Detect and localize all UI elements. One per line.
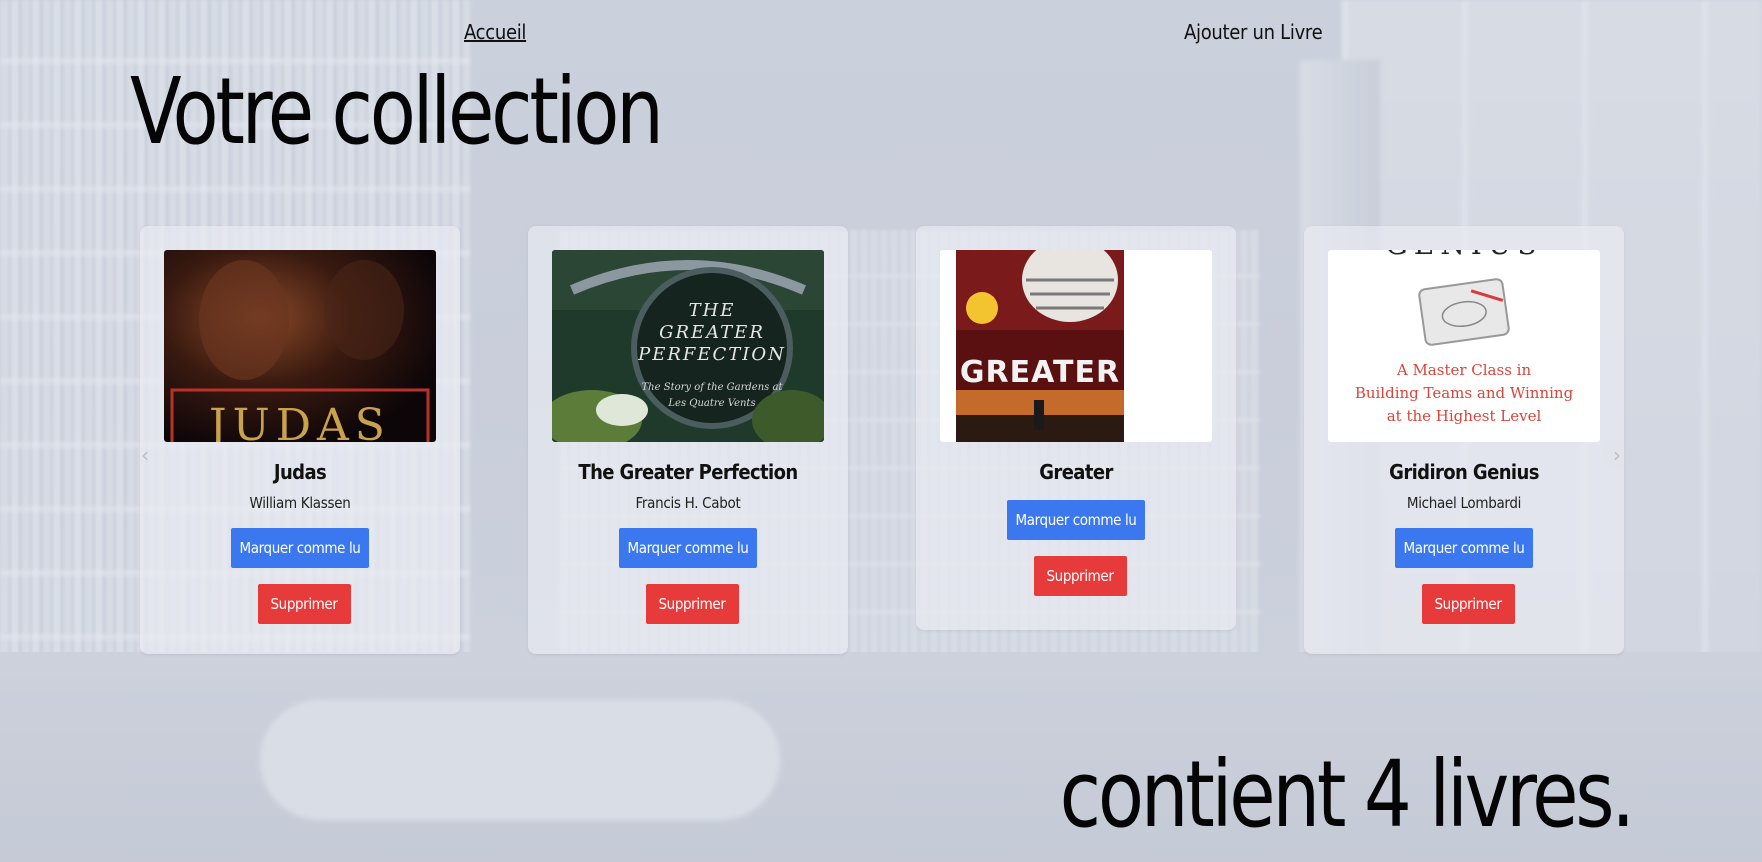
mark-as-read-button[interactable]: Marquer comme lu [1395,528,1533,568]
svg-text:A Master Class in: A Master Class in [1396,361,1532,379]
svg-text:PERFECTION: PERFECTION [637,344,786,365]
mark-as-read-button[interactable]: Marquer comme lu [619,528,757,568]
book-author: William Klassen [249,494,351,512]
delete-button[interactable]: Supprimer [645,584,739,624]
book-title: The Greater Perfection [578,460,798,484]
svg-text:Les Quatre Vents: Les Quatre Vents [667,398,755,409]
book-cover: GREATER [940,250,1212,442]
mark-as-read-button[interactable]: Marquer comme lu [231,528,369,568]
svg-text:GENIUS: GENIUS [1385,250,1542,261]
book-title: Greater [1039,460,1113,484]
svg-text:GREATER: GREATER [960,355,1120,390]
book-card: THE GREATER PERFECTION The Story of the … [528,226,848,654]
book-cover: JUDAS [164,250,436,442]
svg-text:JUDAS: JUDAS [205,400,391,442]
collection-count: contient 4 livres. [1059,741,1636,848]
book-author: Michael Lombardi [1406,494,1522,512]
book-author: Francis H. Cabot [635,494,741,512]
svg-text:THE: THE [689,300,736,321]
mark-as-read-button[interactable]: Marquer comme lu [1007,500,1145,540]
book-title: Judas [273,460,327,484]
nav-home-link[interactable]: Accueil [464,20,526,44]
book-card: GREATER Greater Marquer comme lu Supprim… [916,226,1236,630]
nav-add-book-link[interactable]: Ajouter un Livre [1184,20,1323,44]
svg-text:at the Highest Level: at the Highest Level [1387,407,1542,425]
book-card: GENIUS A Master Class in Building Teams … [1304,226,1624,654]
delete-button[interactable]: Supprimer [1033,556,1127,596]
delete-button[interactable]: Supprimer [1421,584,1515,624]
book-title: Gridiron Genius [1389,460,1539,484]
delete-button[interactable]: Supprimer [257,584,351,624]
page-title: Votre collection [130,58,664,165]
svg-text:Building Teams and Winning: Building Teams and Winning [1355,384,1574,402]
book-cover: GENIUS A Master Class in Building Teams … [1328,250,1600,442]
book-card: JUDAS Judas William Klassen Marquer comm… [140,226,460,654]
book-cover: THE GREATER PERFECTION The Story of the … [552,250,824,442]
svg-text:GREATER: GREATER [659,322,765,343]
svg-text:The Story of the Gardens at: The Story of the Gardens at [642,382,784,393]
